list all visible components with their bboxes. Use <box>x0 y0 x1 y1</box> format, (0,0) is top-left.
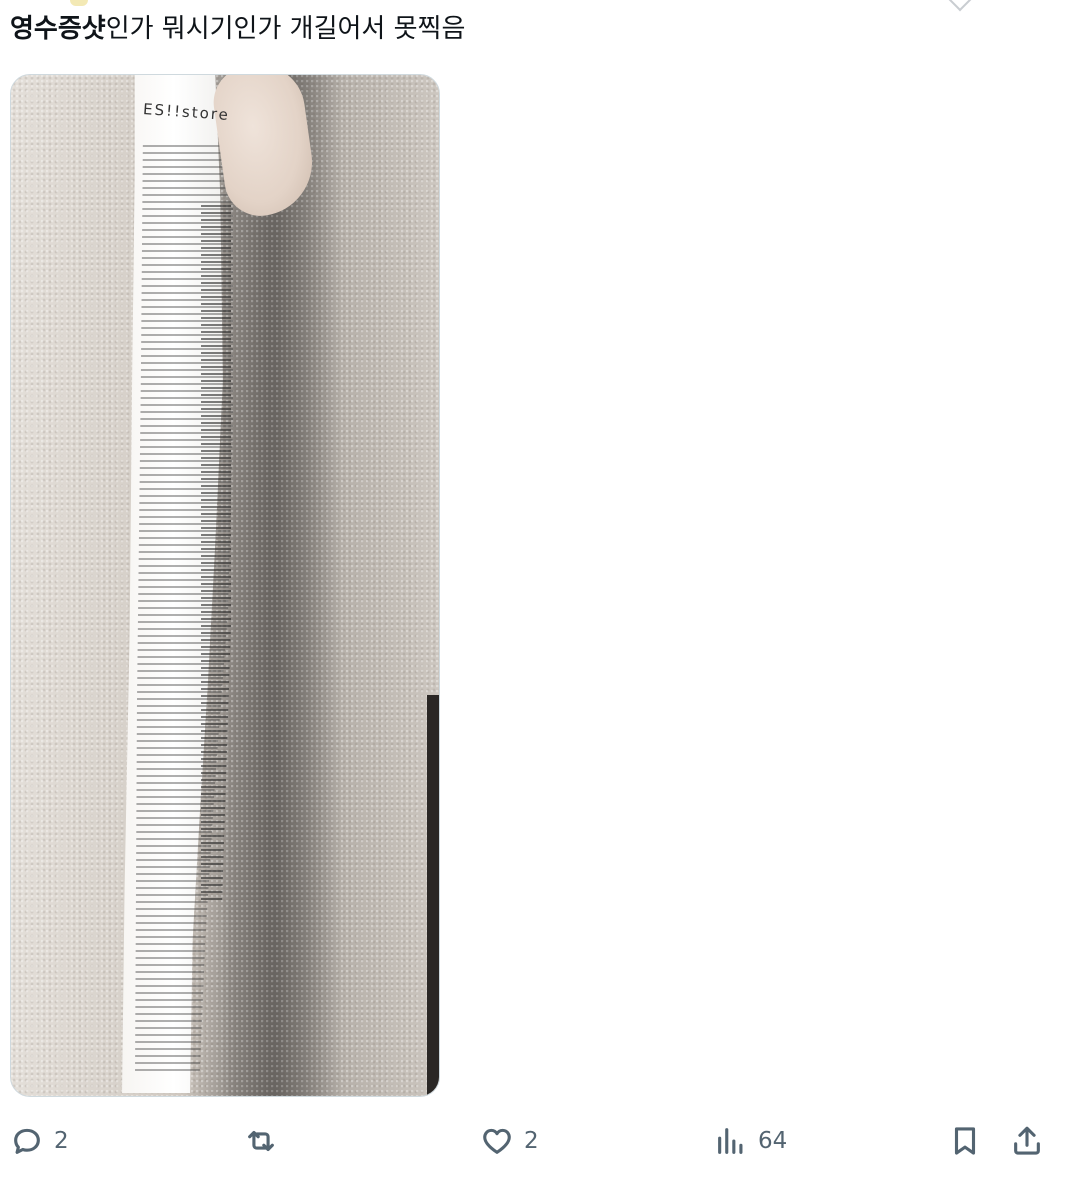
like-count: 2 <box>524 1128 539 1154</box>
views-button[interactable]: 64 <box>714 1118 787 1164</box>
view-count: 64 <box>758 1128 788 1154</box>
share-button[interactable] <box>1010 1118 1044 1164</box>
top-decoration <box>70 0 88 6</box>
tweet-text-rest: 인가 뭐시기인가 개길어서 못찍음 <box>105 14 466 44</box>
tweet-photo[interactable]: ES!!store <box>10 74 440 1097</box>
reply-icon <box>14 1128 40 1154</box>
retweet-button[interactable] <box>244 1118 288 1164</box>
photo-dark-edge <box>427 695 439 1095</box>
reply-count: 2 <box>54 1128 69 1154</box>
photo-shadow <box>221 75 341 1096</box>
tweet-text: 영수증샷인가 뭐시기인가 개길어서 못찍음 <box>10 12 465 46</box>
chevron-icon[interactable] <box>948 0 972 12</box>
retweet-icon <box>248 1130 274 1152</box>
like-button[interactable]: 2 <box>480 1118 539 1164</box>
reply-button[interactable]: 2 <box>10 1118 69 1164</box>
share-icon <box>1014 1126 1040 1155</box>
tweet-text-bold: 영수증샷 <box>10 14 106 44</box>
tweet-action-bar: 2 2 64 <box>0 1118 1092 1164</box>
bookmark-button[interactable] <box>948 1118 982 1164</box>
views-icon <box>718 1128 743 1154</box>
bookmark-icon <box>954 1127 976 1155</box>
heart-icon <box>483 1128 511 1154</box>
